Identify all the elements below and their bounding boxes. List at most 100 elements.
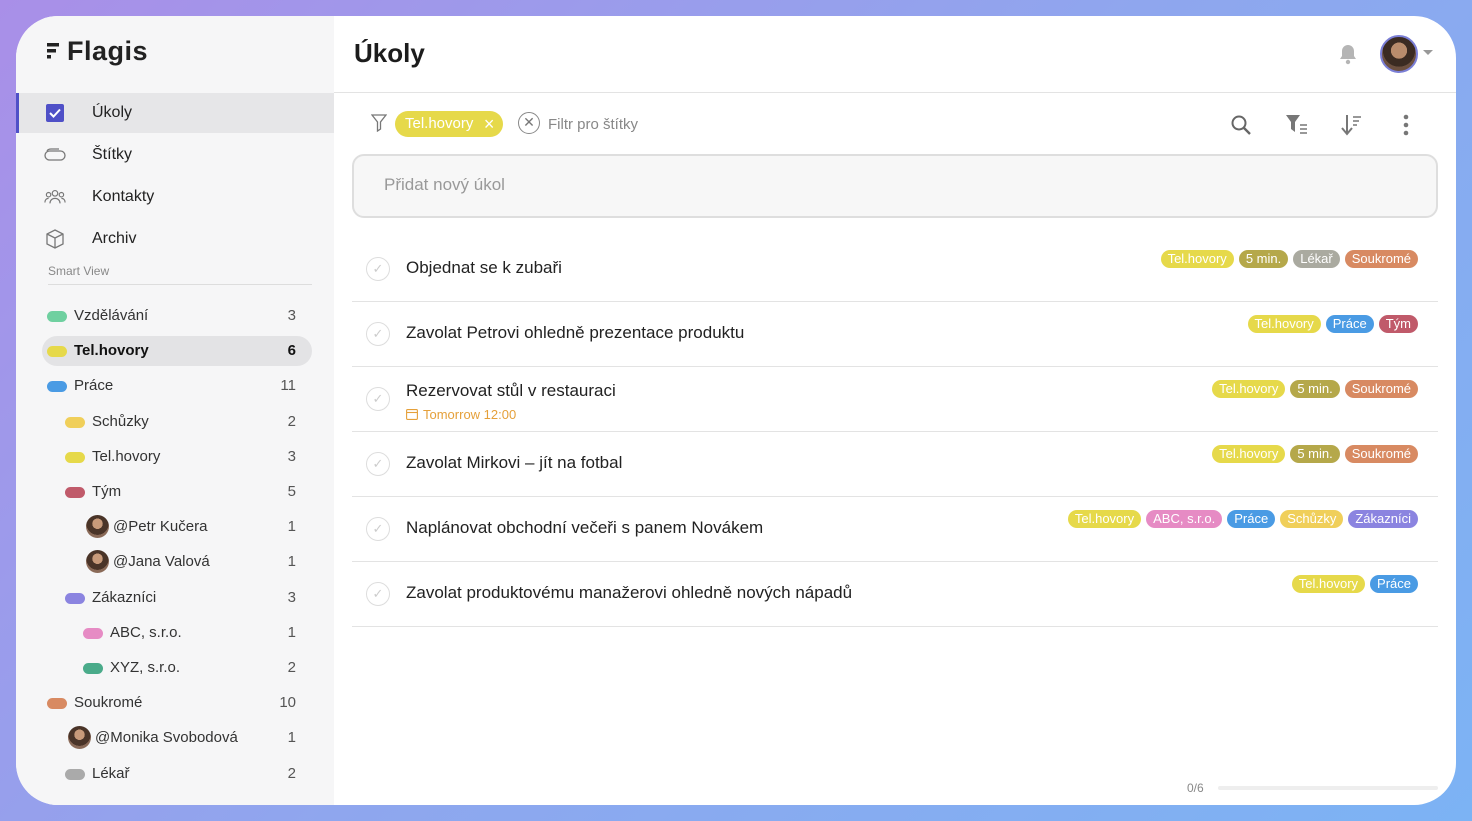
task-checkbox[interactable]: ✓ bbox=[366, 387, 390, 411]
tag-filter-hint[interactable]: Filtr pro štítky bbox=[548, 116, 638, 133]
task-title[interactable]: Naplánovat obchodní večeři s panem Novák… bbox=[406, 518, 763, 538]
task-checkbox[interactable]: ✓ bbox=[366, 257, 390, 281]
smart-view-item[interactable]: Soukromé 10 bbox=[16, 688, 334, 718]
chevron-down-icon[interactable] bbox=[1423, 50, 1433, 55]
smart-view-count: 3 bbox=[287, 447, 296, 465]
smart-view-name: ABC, s.r.o. bbox=[110, 623, 182, 641]
tag-badge[interactable]: Tel.hovory bbox=[1212, 445, 1286, 463]
task-checkbox[interactable]: ✓ bbox=[366, 452, 390, 476]
notifications-bell-icon[interactable] bbox=[1336, 42, 1360, 71]
contact-avatar bbox=[86, 550, 109, 574]
tag-color-pill bbox=[47, 311, 67, 322]
smart-view-count: 2 bbox=[287, 412, 296, 430]
smart-view-item[interactable]: Tel.hovory 3 bbox=[16, 442, 334, 472]
close-icon[interactable]: × bbox=[484, 111, 495, 137]
smart-view-item[interactable]: Práce 11 bbox=[16, 371, 334, 401]
task-row[interactable]: ✓ Rezervovat stůl v restauraci Tomorrow 12… bbox=[352, 367, 1438, 432]
new-task-box[interactable] bbox=[352, 154, 1438, 218]
nav-item-3[interactable]: Archiv bbox=[16, 219, 334, 259]
tag-badge[interactable]: Tel.hovory bbox=[1160, 250, 1234, 268]
nav-item-2[interactable]: Kontakty bbox=[16, 177, 334, 217]
smart-view-item[interactable]: Lékař 2 bbox=[16, 759, 334, 789]
tag-icon bbox=[44, 144, 66, 166]
tag-color-pill bbox=[47, 381, 67, 393]
more-options-icon[interactable] bbox=[1393, 112, 1419, 138]
tag-badge[interactable]: 5 min. bbox=[1290, 380, 1340, 398]
smart-view-name: Vzdělávání bbox=[74, 307, 149, 324]
contact-avatar bbox=[86, 515, 109, 539]
nav-item-label: Kontakty bbox=[92, 188, 155, 205]
app-logo: Flagis bbox=[47, 36, 148, 67]
smart-view-name: Tel.hovory bbox=[92, 447, 161, 465]
task-checkbox[interactable]: ✓ bbox=[366, 582, 390, 606]
tag-badge[interactable]: Schůzky bbox=[1280, 510, 1344, 528]
tag-badge[interactable]: Práce bbox=[1227, 510, 1276, 528]
smart-view-item[interactable]: Zákazníci 3 bbox=[16, 583, 334, 613]
user-avatar[interactable] bbox=[1380, 35, 1418, 73]
smart-view-count: 1 bbox=[287, 623, 296, 641]
filter-list-icon[interactable] bbox=[1284, 112, 1310, 138]
sort-icon[interactable] bbox=[1338, 112, 1364, 138]
task-title[interactable]: Zavolat produktovému manažerovi ohledně … bbox=[406, 583, 852, 603]
task-checkbox[interactable]: ✓ bbox=[366, 322, 390, 346]
archive-icon bbox=[44, 228, 66, 250]
tag-badge[interactable]: Soukromé bbox=[1344, 445, 1418, 463]
divider bbox=[334, 92, 1456, 93]
task-row[interactable]: ✓ Objednat se k zubaři Tel.hovory 5 min. Lék… bbox=[352, 237, 1438, 302]
smart-view-count: 3 bbox=[287, 588, 296, 606]
task-row[interactable]: ✓ Zavolat produktovému manažerovi ohledně… bbox=[352, 562, 1438, 627]
nav-item-0[interactable]: Úkoly bbox=[16, 93, 334, 133]
task-row[interactable]: ✓ Naplánovat obchodní večeři s panem Nová… bbox=[352, 497, 1438, 562]
search-icon[interactable] bbox=[1228, 112, 1254, 138]
smart-view-count: 1 bbox=[287, 729, 296, 747]
smart-view-item[interactable]: Tým 5 bbox=[16, 477, 334, 507]
tag-badge[interactable]: Tel.hovory bbox=[1067, 510, 1142, 528]
progress-bar bbox=[1218, 786, 1438, 790]
task-row[interactable]: ✓ Zavolat Mirkovi – jít na fotbal Tel.hovo… bbox=[352, 432, 1438, 497]
task-title[interactable]: Zavolat Petrovi ohledně prezentace produ… bbox=[406, 323, 744, 343]
smart-view-item[interactable]: XYZ, s.r.o. 2 bbox=[16, 653, 334, 683]
smart-view-item[interactable]: Tel.hovory 6 bbox=[42, 336, 312, 367]
smart-view-item[interactable]: Vzdělávání 3 bbox=[16, 301, 334, 331]
task-tags: Tel.hovory Práce bbox=[1291, 575, 1418, 593]
smart-view-count: 10 bbox=[279, 694, 296, 712]
smart-view-item[interactable]: @Monika Svobodová 1 bbox=[16, 723, 334, 753]
smart-view-item[interactable]: ABC, s.r.o. 1 bbox=[16, 618, 334, 648]
smart-view-item[interactable]: @Jana Valová 1 bbox=[16, 547, 334, 577]
tag-badge[interactable]: 5 min. bbox=[1290, 445, 1340, 463]
tag-color-pill bbox=[65, 451, 85, 463]
tag-badge[interactable]: 5 min. bbox=[1238, 250, 1289, 268]
new-task-input[interactable] bbox=[382, 174, 1286, 196]
tag-badge[interactable]: Tel.hovory bbox=[1212, 380, 1286, 398]
smart-view-count: 2 bbox=[287, 659, 296, 676]
main-panel: Úkoly Tel.hovory × ✕ Filtr pro štítky Př… bbox=[334, 16, 1456, 805]
tag-badge[interactable]: Práce bbox=[1370, 575, 1418, 593]
task-title[interactable]: Rezervovat stůl v restauraci bbox=[406, 381, 616, 401]
tag-badge[interactable]: Zákazníci bbox=[1348, 510, 1418, 528]
nav-item-1[interactable]: Štítky bbox=[16, 135, 334, 175]
tag-color-pill bbox=[65, 768, 85, 780]
tag-badge[interactable]: Tel.hovory bbox=[1247, 315, 1321, 333]
tag-badge[interactable]: Soukromé bbox=[1344, 380, 1418, 398]
active-filter-chip[interactable]: Tel.hovory × bbox=[395, 111, 504, 137]
tag-badge[interactable]: Tel.hovory bbox=[1291, 575, 1366, 593]
smart-view-name: Lékař bbox=[92, 764, 130, 782]
filter-icon[interactable] bbox=[370, 114, 388, 137]
tag-badge[interactable]: Práce bbox=[1325, 315, 1374, 333]
task-title[interactable]: Objednat se k zubaři bbox=[406, 258, 562, 278]
smart-view-count: 6 bbox=[287, 342, 296, 360]
task-checkbox[interactable]: ✓ bbox=[366, 517, 390, 541]
tag-badge[interactable]: ABC, s.r.o. bbox=[1146, 510, 1223, 528]
tag-color-pill bbox=[83, 627, 103, 639]
tag-badge[interactable]: Soukromé bbox=[1344, 250, 1418, 268]
task-row[interactable]: ✓ Zavolat Petrovi ohledně prezentace prod… bbox=[352, 302, 1438, 367]
smart-view-item[interactable]: Schůzky 2 bbox=[16, 407, 334, 437]
smart-view-item[interactable]: @Petr Kučera 1 bbox=[16, 512, 334, 542]
smart-view-count: 3 bbox=[287, 307, 296, 324]
task-title[interactable]: Zavolat Mirkovi – jít na fotbal bbox=[406, 453, 622, 473]
tag-badge[interactable]: Lékař bbox=[1293, 250, 1340, 268]
clear-filter-icon[interactable]: ✕ bbox=[518, 112, 540, 134]
app-name: Flagis bbox=[67, 36, 149, 66]
flag-logo-icon bbox=[47, 36, 67, 66]
tag-badge[interactable]: Tým bbox=[1378, 315, 1418, 333]
